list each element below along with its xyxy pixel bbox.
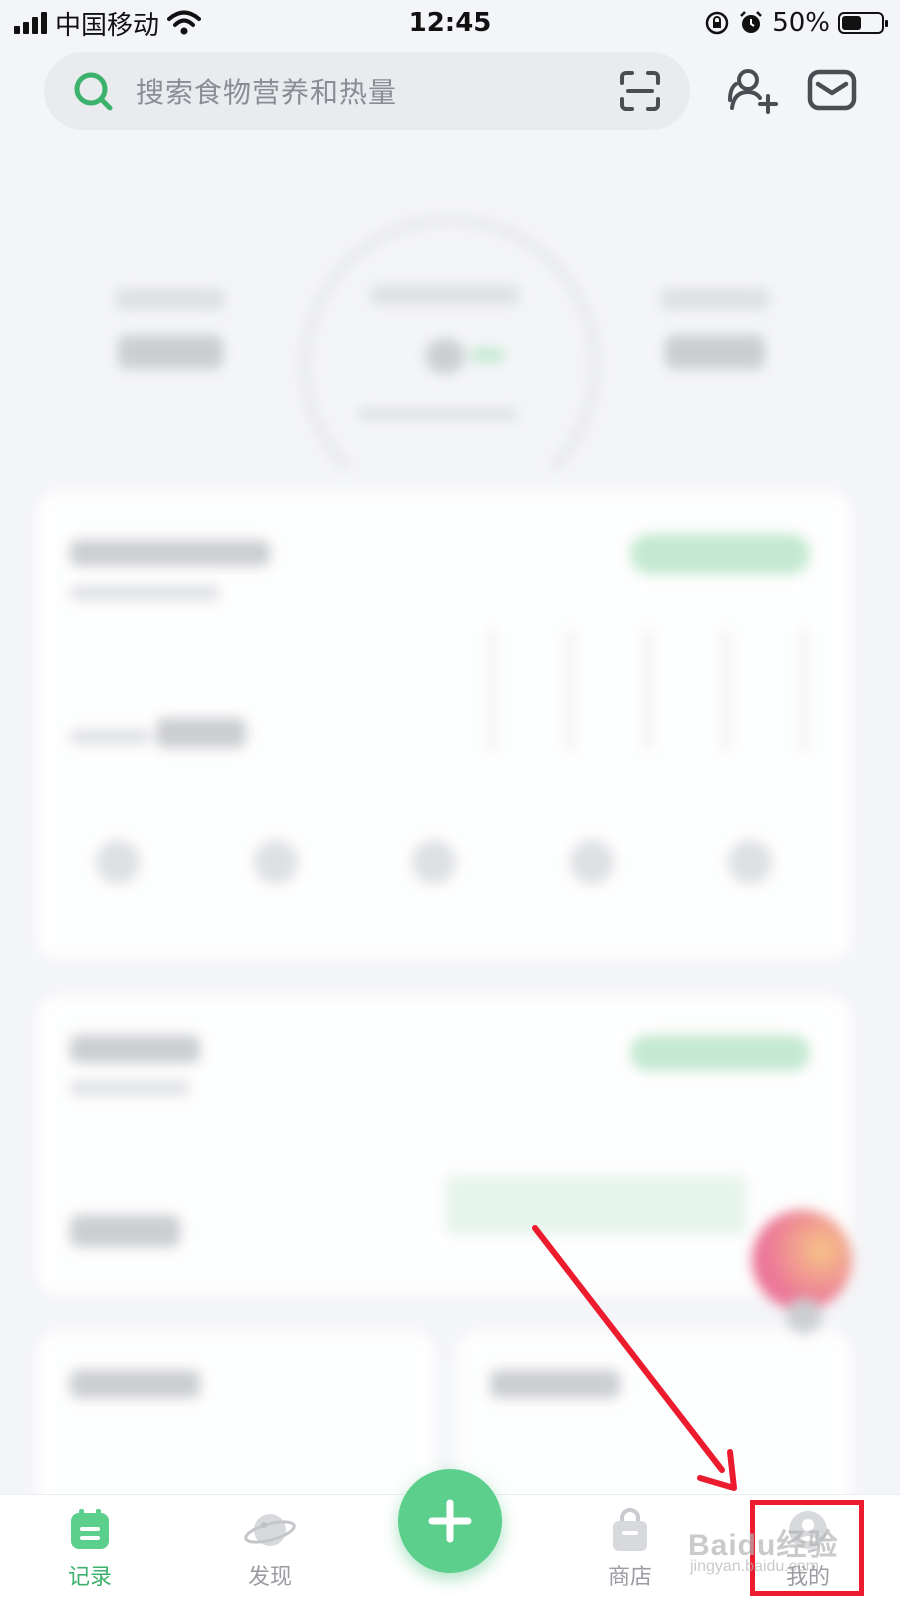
weight-card <box>36 995 852 1295</box>
planet-icon <box>244 1514 296 1546</box>
nav-item-discover[interactable]: 发现 <box>210 1507 330 1597</box>
search-placeholder: 搜索食物营养和热量 <box>136 76 398 109</box>
shopping-bag-icon <box>613 1508 647 1551</box>
battery-percent: 50% <box>772 8 830 38</box>
search-icon <box>74 72 113 111</box>
floating-orb <box>752 1210 852 1310</box>
add-record-button[interactable] <box>398 1469 502 1573</box>
header: 搜索食物营养和热量 <box>0 50 900 132</box>
wifi-icon <box>167 10 202 35</box>
blurred-content <box>0 150 900 1530</box>
status-left: 中国移动 <box>14 5 202 42</box>
status-right: 50% <box>704 8 888 38</box>
add-friend-icon[interactable] <box>726 66 778 114</box>
nav-label-discover: 发现 <box>247 1565 292 1590</box>
battery-fill <box>842 16 861 30</box>
scan-icon[interactable] <box>618 69 662 113</box>
mail-icon[interactable] <box>806 66 858 114</box>
plus-icon <box>428 1499 472 1543</box>
battery-icon <box>838 12 888 34</box>
carrier-name: 中国移动 <box>55 10 160 41</box>
status-bar: 中国移动 12:45 50% <box>0 0 900 46</box>
watermark-url: jingyan.baidu.com <box>690 1558 819 1575</box>
rotation-lock-icon <box>705 11 729 35</box>
search-bar[interactable]: 搜索食物营养和热量 <box>44 52 690 130</box>
nav-label-record: 记录 <box>67 1565 112 1590</box>
calendar-icon <box>71 1509 109 1549</box>
signal-icon <box>14 12 47 34</box>
nutrition-card <box>36 490 852 960</box>
nav-label-store: 商店 <box>607 1565 652 1590</box>
nav-item-store[interactable]: 商店 <box>570 1507 690 1597</box>
alarm-icon <box>740 11 763 33</box>
nav-item-record[interactable]: 记录 <box>30 1507 150 1597</box>
